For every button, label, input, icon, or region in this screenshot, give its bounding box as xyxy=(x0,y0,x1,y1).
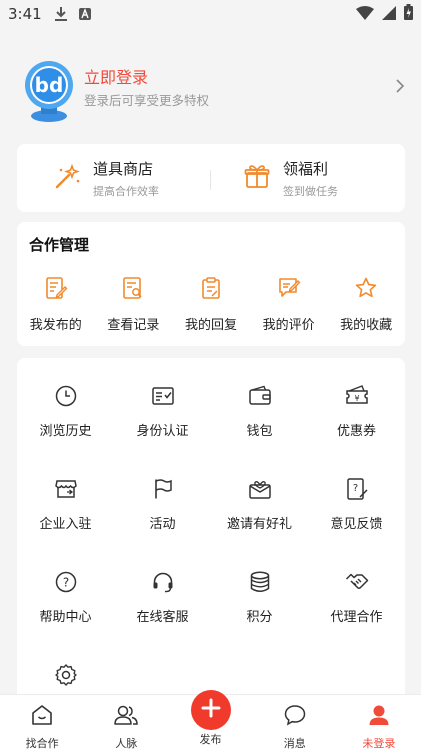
my-reviews-label: 我的评价 xyxy=(262,318,315,333)
business-join-label: 企业入驻 xyxy=(39,517,92,532)
activity-item[interactable]: 活动 xyxy=(114,477,211,570)
prop-store-subtitle: 提高合作效率 xyxy=(93,184,159,198)
invite-gift-item[interactable]: 邀请有好礼 xyxy=(211,477,308,570)
my-replies-label: 我的回复 xyxy=(184,318,237,333)
cooperation-title: 合作管理 xyxy=(29,236,90,254)
plus-icon xyxy=(201,698,221,722)
browse-history-item[interactable]: 浏览历史 xyxy=(17,384,114,477)
login-subtitle: 登录后可享受更多特权 xyxy=(84,93,210,108)
online-service-label: 在线客服 xyxy=(136,610,189,625)
coupon-icon: ¥ xyxy=(345,384,369,412)
feedback-item[interactable]: ? 意见反馈 xyxy=(308,477,405,570)
feedback-label: 意见反馈 xyxy=(330,517,383,532)
coupon-item[interactable]: ¥ 优惠券 xyxy=(308,384,405,477)
wallet-label: 钱包 xyxy=(246,424,273,439)
prop-store-title: 道具商店 xyxy=(93,159,154,178)
cooperation-card: 合作管理 我发布的 查看记录 我的回复 我的评价 我的收藏 xyxy=(17,222,405,346)
battery-icon xyxy=(404,4,413,24)
my-reviews-item[interactable]: 我的评价 xyxy=(250,276,328,333)
status-time: 3:41 xyxy=(8,5,42,23)
coins-icon xyxy=(248,570,272,598)
gift-icon xyxy=(243,162,271,194)
identity-verify-label: 身份认证 xyxy=(136,424,189,439)
wallet-item[interactable]: 钱包 xyxy=(211,384,308,477)
store-icon xyxy=(54,477,78,505)
wallet-icon xyxy=(248,384,272,412)
points-label: 积分 xyxy=(246,610,273,625)
comment-edit-icon xyxy=(277,276,301,304)
user-icon xyxy=(367,703,391,731)
online-service-item[interactable]: 在线客服 xyxy=(114,570,211,663)
clipboard-icon xyxy=(199,276,223,304)
magic-wand-icon xyxy=(53,162,81,194)
my-replies-item[interactable]: 我的回复 xyxy=(172,276,250,333)
prop-store-entry[interactable]: 道具商店 提高合作效率 xyxy=(53,158,159,198)
welfare-subtitle: 签到做任务 xyxy=(283,184,338,198)
people-icon xyxy=(113,703,139,731)
invite-gift-label: 邀请有好礼 xyxy=(226,517,292,532)
clock-icon xyxy=(54,384,78,412)
id-card-icon xyxy=(151,384,175,412)
login-title[interactable]: 立即登录 xyxy=(84,64,148,88)
activity-label: 活动 xyxy=(149,517,176,532)
star-icon xyxy=(354,276,378,304)
help-icon: ? xyxy=(54,570,78,598)
browse-history-label: 浏览历史 xyxy=(39,424,92,439)
view-records-item[interactable]: 查看记录 xyxy=(95,276,173,333)
avatar[interactable]: bd xyxy=(22,60,76,122)
wifi-icon xyxy=(356,5,374,24)
my-posts-label: 我发布的 xyxy=(29,318,82,333)
quick-actions-card: 道具商店 提高合作效率 领福利 签到做任务 xyxy=(17,144,405,212)
welfare-entry[interactable]: 领福利 签到做任务 xyxy=(243,158,338,198)
my-posts-item[interactable]: 我发布的 xyxy=(17,276,95,333)
coupon-label: 优惠券 xyxy=(336,424,376,439)
svg-text:¥: ¥ xyxy=(354,394,359,403)
document-edit-icon xyxy=(44,276,68,304)
flag-icon xyxy=(151,477,175,505)
signal-icon xyxy=(382,5,396,24)
quick-divider xyxy=(210,170,211,190)
home-icon xyxy=(30,703,54,731)
handshake-icon xyxy=(345,570,369,598)
invite-envelope-icon xyxy=(248,477,272,505)
help-center-item[interactable]: ? 帮助中心 xyxy=(17,570,114,663)
svg-text:?: ? xyxy=(62,576,68,590)
my-favorites-label: 我的收藏 xyxy=(340,318,393,333)
headset-icon xyxy=(151,570,175,598)
view-records-label: 查看记录 xyxy=(107,318,160,333)
agent-cooperation-item[interactable]: 代理合作 xyxy=(308,570,405,663)
my-favorites-item[interactable]: 我的收藏 xyxy=(327,276,405,333)
document-search-icon xyxy=(121,276,145,304)
points-item[interactable]: 积分 xyxy=(211,570,308,663)
publish-label: 发布 xyxy=(199,733,222,746)
identity-verify-item[interactable]: 身份认证 xyxy=(114,384,211,477)
status-bar: 3:41 xyxy=(0,0,421,28)
services-card: 浏览历史 身份认证 钱包 ¥ 优惠券 企业入驻 活动 邀请有好礼 ? 意见反馈 xyxy=(17,358,405,698)
settings-icon xyxy=(54,663,78,691)
feedback-icon: ? xyxy=(345,477,369,505)
chat-icon xyxy=(283,703,307,731)
chevron-right-icon[interactable] xyxy=(395,78,405,98)
svg-text:?: ? xyxy=(352,483,357,494)
agent-cooperation-label: 代理合作 xyxy=(330,610,383,625)
login-header[interactable]: bd 立即登录 登录后可享受更多特权 xyxy=(0,50,421,130)
publish-button[interactable] xyxy=(191,690,231,730)
welfare-title: 领福利 xyxy=(283,159,329,178)
download-icon xyxy=(54,6,68,22)
app-notification-icon xyxy=(78,7,92,21)
help-center-label: 帮助中心 xyxy=(39,610,92,625)
business-join-item[interactable]: 企业入驻 xyxy=(17,477,114,570)
svg-text:bd: bd xyxy=(35,73,64,97)
